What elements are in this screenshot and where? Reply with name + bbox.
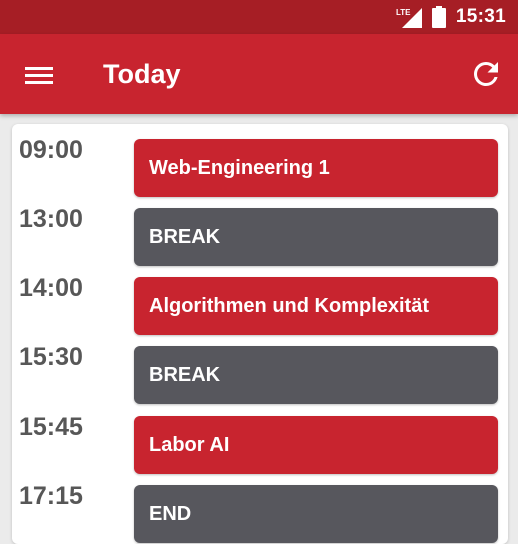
menu-button[interactable] bbox=[16, 58, 62, 92]
signal-icon: LTE bbox=[396, 8, 422, 28]
time-label: 17:15 bbox=[19, 482, 83, 510]
schedule-row: 13:00 BREAK bbox=[12, 201, 508, 266]
event-end[interactable]: END bbox=[134, 485, 498, 543]
time-label: 09:00 bbox=[19, 136, 83, 164]
status-bar: LTE 15:31 bbox=[0, 0, 518, 34]
battery-icon bbox=[431, 6, 446, 28]
page-title: Today bbox=[103, 59, 181, 89]
schedule-row: 17:15 END bbox=[12, 478, 508, 543]
refresh-icon bbox=[473, 61, 498, 86]
schedule-card: 09:00 Web-Engineering 1 13:00 BREAK 14:0… bbox=[12, 124, 508, 544]
schedule-row: 15:45 Labor AI bbox=[12, 409, 508, 474]
event-labor-ai[interactable]: Labor AI bbox=[134, 416, 498, 474]
time-label: 15:30 bbox=[19, 343, 83, 371]
refresh-button[interactable] bbox=[468, 56, 504, 92]
event-web-engineering[interactable]: Web-Engineering 1 bbox=[134, 139, 498, 197]
time-label: 15:45 bbox=[19, 413, 83, 441]
hamburger-menu-icon bbox=[25, 67, 53, 84]
event-algorithmen[interactable]: Algorithmen und Komplexität bbox=[134, 277, 498, 335]
time-label: 13:00 bbox=[19, 205, 83, 233]
schedule-row: 09:00 Web-Engineering 1 bbox=[12, 132, 508, 197]
network-type-label: LTE bbox=[396, 8, 411, 17]
time-label: 14:00 bbox=[19, 274, 83, 302]
event-break[interactable]: BREAK bbox=[134, 346, 498, 404]
schedule-row: 14:00 Algorithmen und Komplexität bbox=[12, 270, 508, 335]
status-icons: LTE 15:31 bbox=[396, 0, 506, 34]
event-break[interactable]: BREAK bbox=[134, 208, 498, 266]
app-bar: Today bbox=[0, 34, 518, 114]
schedule-row: 15:30 BREAK bbox=[12, 339, 508, 404]
status-clock: 15:31 bbox=[455, 6, 506, 27]
